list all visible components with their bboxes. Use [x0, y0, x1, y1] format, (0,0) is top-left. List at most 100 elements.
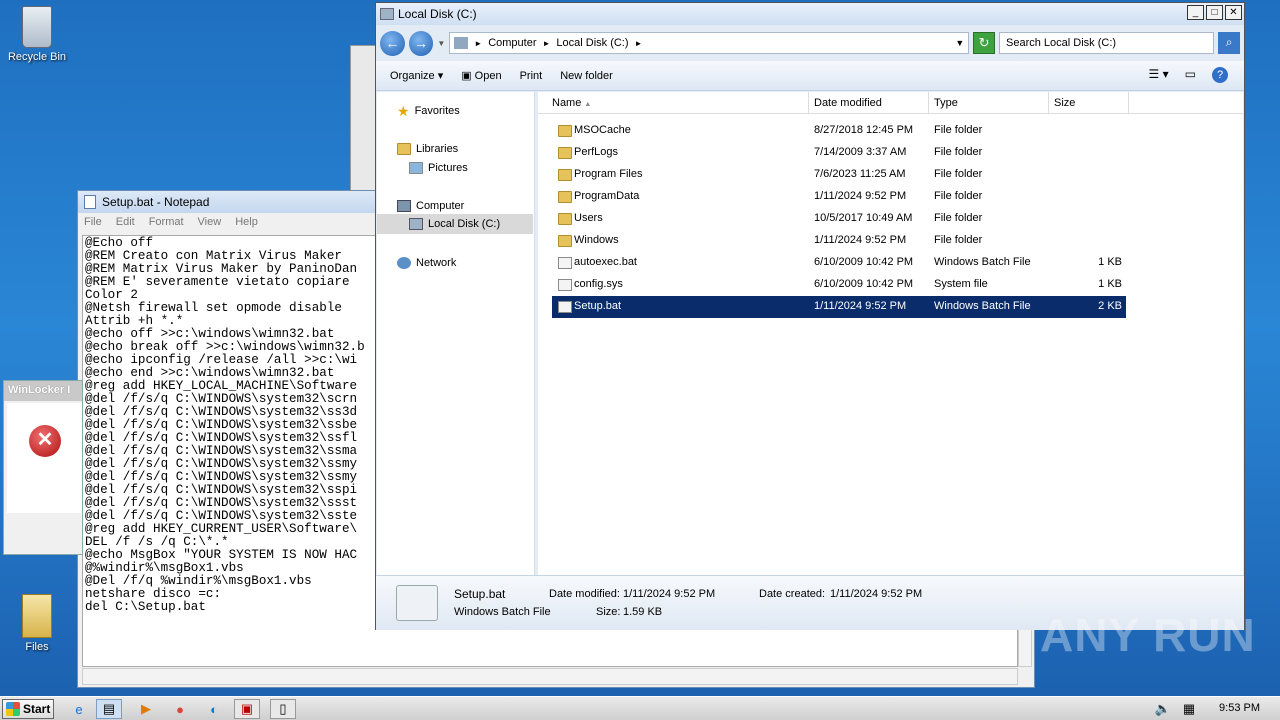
file-date: 6/10/2009 10:42 PM [814, 256, 914, 268]
folder-icon [558, 235, 572, 247]
column-headers: Name ▲ Date modified Type Size [538, 92, 1243, 114]
file-type: File folder [934, 124, 983, 136]
file-type: File folder [934, 168, 983, 180]
column-date-modified[interactable]: Date modified [809, 92, 929, 114]
internet-explorer-icon[interactable]: e [66, 699, 92, 719]
menu-help[interactable]: Help [235, 216, 258, 230]
file-row[interactable]: Setup.bat 1/11/2024 9:52 PM Windows Batch … [552, 296, 1126, 318]
command-bar: Organize ▾ ▣ Open Print New folder ☰ ▾ ▭… [376, 61, 1244, 91]
explorer-taskbar-icon[interactable]: ▤ [96, 699, 122, 719]
help-icon[interactable]: ? [1212, 67, 1228, 83]
address-bar[interactable]: ► Computer ► Local Disk (C:) ► ▼ [449, 32, 970, 54]
details-name: Setup.bat [454, 587, 506, 601]
menu-format[interactable]: Format [149, 216, 184, 230]
error-icon: ✕ [29, 425, 61, 457]
chevron-right-icon[interactable]: ► [474, 39, 482, 48]
media-player-icon[interactable]: ▶ [133, 699, 159, 719]
column-name[interactable]: Name ▲ [538, 92, 809, 114]
explorer-title: Local Disk (C:) [398, 7, 477, 21]
file-name: Windows [574, 234, 619, 246]
chrome-icon[interactable]: ● [167, 699, 193, 719]
breadcrumb-computer[interactable]: Computer [488, 37, 536, 49]
nav-libraries[interactable]: Libraries [397, 140, 458, 158]
address-dropdown-icon[interactable]: ▼ [955, 38, 964, 48]
new-folder-button[interactable]: New folder [560, 70, 613, 82]
organize-button[interactable]: Organize ▾ [390, 69, 443, 82]
details-modified-label: Date modified: [549, 588, 620, 600]
file-row[interactable]: Users 10/5/2017 10:49 AM File folder [552, 208, 1126, 230]
notepad-taskbar-icon[interactable]: ▯ [270, 699, 296, 719]
close-button[interactable]: ✕ [1225, 5, 1242, 20]
network-icon [397, 257, 411, 269]
history-dropdown-icon[interactable]: ▼ [437, 39, 445, 48]
file-row[interactable]: Program Files 7/6/2023 11:25 AM File folde… [552, 164, 1126, 186]
winlocker-dialog[interactable]: WinLocker I ✕ [3, 380, 83, 555]
file-row[interactable]: PerfLogs 7/14/2009 3:37 AM File folder [552, 142, 1126, 164]
files-label: Files [25, 641, 49, 653]
file-icon [558, 279, 572, 291]
nav-pictures[interactable]: Pictures [409, 159, 468, 177]
winlocker-title: WinLocker I [4, 381, 82, 401]
notepad-title: Setup.bat - Notepad [102, 195, 210, 209]
file-type: File folder [934, 212, 983, 224]
libraries-icon [397, 143, 411, 155]
file-date: 7/14/2009 3:37 AM [814, 146, 907, 158]
nav-computer[interactable]: Computer [397, 197, 464, 215]
minimize-button[interactable]: _ [1187, 5, 1204, 20]
folder-icon [558, 147, 572, 159]
nav-network[interactable]: Network [397, 254, 456, 272]
folder-icon [22, 594, 52, 638]
file-size: 1 KB [1098, 278, 1122, 290]
winlocker-taskbar-icon[interactable]: ▣ [234, 699, 260, 719]
file-name: PerfLogs [574, 146, 619, 158]
menu-edit[interactable]: Edit [116, 216, 135, 230]
file-row[interactable]: ProgramData 1/11/2024 9:52 PM File folder [552, 186, 1126, 208]
forward-button[interactable]: → [408, 30, 434, 56]
file-type: Windows Batch File [934, 300, 1031, 312]
file-date: 10/5/2017 10:49 AM [814, 212, 913, 224]
folder-icon [558, 169, 572, 181]
menu-file[interactable]: File [84, 216, 102, 230]
file-name: MSOCache [574, 124, 631, 136]
back-button[interactable]: ← [380, 30, 405, 56]
horizontal-scrollbar[interactable] [82, 668, 1018, 685]
chevron-right-icon[interactable]: ► [542, 39, 550, 48]
file-row[interactable]: MSOCache 8/27/2018 12:45 PM File folder [552, 120, 1126, 142]
preview-pane-icon[interactable]: ▭ [1185, 67, 1196, 83]
file-row[interactable]: Windows 1/11/2024 9:52 PM File folder [552, 230, 1126, 252]
menu-view[interactable]: View [198, 216, 222, 230]
maximize-button[interactable]: □ [1206, 5, 1223, 20]
file-row[interactable]: autoexec.bat 6/10/2009 10:42 PM Windows Ba… [552, 252, 1126, 274]
search-input[interactable]: Search Local Disk (C:) [999, 32, 1215, 54]
breadcrumb-local-disk[interactable]: Local Disk (C:) [556, 37, 628, 49]
column-size[interactable]: Size [1049, 92, 1129, 114]
open-button[interactable]: ▣ Open [461, 69, 501, 82]
search-icon[interactable]: ⌕ [1218, 32, 1240, 54]
nav-favorites[interactable]: ★ Favorites [397, 102, 460, 120]
nav-local-disk[interactable]: Local Disk (C:) [409, 215, 500, 233]
explorer-titlebar[interactable]: Local Disk (C:) [376, 3, 1244, 25]
column-type[interactable]: Type [929, 92, 1049, 114]
file-name: Setup.bat [574, 300, 622, 312]
recycle-bin[interactable]: Recycle Bin [0, 6, 74, 63]
clock[interactable]: 9:53 PM [1219, 702, 1260, 714]
print-button[interactable]: Print [520, 70, 543, 82]
file-list: Name ▲ Date modified Type Size MSOCache 8… [538, 92, 1243, 575]
file-icon [558, 301, 572, 313]
file-row[interactable]: config.sys 6/10/2009 10:42 PM System file 1… [552, 274, 1126, 296]
details-size-label: Size: [596, 606, 621, 618]
chevron-right-icon[interactable]: ► [635, 39, 643, 48]
recycle-bin-label: Recycle Bin [7, 51, 67, 63]
explorer-window[interactable]: Local Disk (C:) _ □ ✕ ← → ▼ ► Computer ►… [375, 2, 1245, 630]
view-options-icon[interactable]: ☰ ▾ [1149, 67, 1169, 83]
refresh-button[interactable]: ↻ [973, 32, 995, 54]
start-button[interactable]: Start [2, 699, 54, 719]
edge-icon[interactable]: ◐ [201, 699, 227, 719]
file-type: System file [934, 278, 988, 290]
network-tray-icon[interactable]: ▦ [1176, 699, 1202, 719]
files-folder[interactable]: Files [0, 594, 74, 653]
file-date: 7/6/2023 11:25 AM [814, 168, 906, 180]
details-file-icon [396, 585, 438, 621]
file-date: 6/10/2009 10:42 PM [814, 278, 914, 290]
volume-icon[interactable]: 🔈 [1150, 699, 1176, 719]
